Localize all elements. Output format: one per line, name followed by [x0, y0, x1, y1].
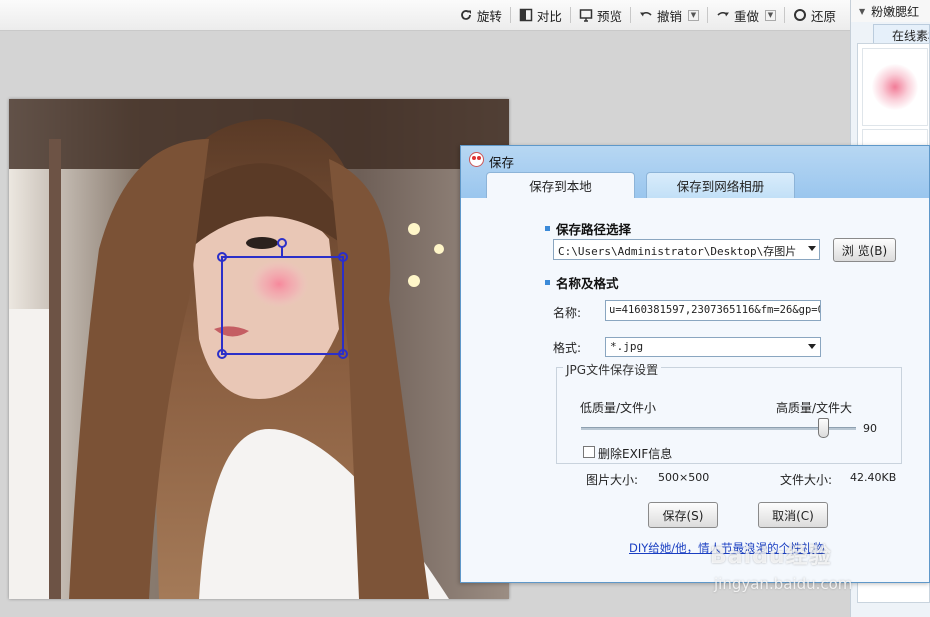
- rotate-button[interactable]: 旋转: [451, 3, 510, 27]
- app-logo-icon: [469, 152, 484, 167]
- tab-save-local[interactable]: 保存到本地: [486, 172, 635, 198]
- redo-icon: [716, 8, 730, 22]
- editor-toolbar: 旋转 对比 预览 撤销 ▼ 重做 ▼ 还原: [0, 0, 850, 31]
- browse-button[interactable]: 浏 览(B): [833, 238, 896, 262]
- name-section-label: 名称及格式: [556, 276, 619, 291]
- dropdown-arrow-icon: [808, 344, 816, 349]
- cancel-button[interactable]: 取消(C): [758, 502, 828, 528]
- material-panel-title: 粉嫩腮红: [871, 4, 920, 19]
- compare-label: 对比: [536, 8, 562, 24]
- preview-button[interactable]: 预览: [571, 3, 630, 27]
- quality-slider-track[interactable]: [581, 427, 856, 430]
- remove-exif-label: 删除EXIF信息: [598, 447, 673, 461]
- redo-button[interactable]: 重做 ▼: [708, 3, 784, 27]
- portrait-photo: [9, 99, 509, 599]
- redo-label: 重做: [733, 8, 759, 24]
- file-name-input[interactable]: u=4160381597,2307365116&fm=26&gp=0_: [605, 300, 821, 321]
- save-button[interactable]: 保存(S): [648, 502, 718, 528]
- path-section-title: 保存路径选择: [545, 219, 631, 238]
- redo-dropdown-icon[interactable]: ▼: [764, 9, 776, 21]
- file-size-label: 文件大小:: [780, 473, 833, 487]
- compare-icon: [519, 8, 533, 22]
- preview-label: 预览: [596, 8, 622, 24]
- low-quality-label: 低质量/文件小: [580, 401, 657, 415]
- format-label: 格式:: [553, 341, 582, 355]
- image-size-label: 图片大小:: [586, 473, 639, 487]
- undo-label: 撤销: [656, 8, 682, 24]
- save-path-select[interactable]: C:\Users\Administrator\Desktop\存图片: [553, 239, 820, 260]
- format-value: *.jpg: [610, 340, 644, 353]
- watermark-url: jingyan.baidu.com: [714, 575, 853, 593]
- section-bullet-icon: [545, 226, 550, 231]
- quality-slider-thumb[interactable]: [818, 418, 829, 438]
- save-dialog: 保存 保存到本地 保存到网络相册 保存路径选择 C:\Users\Adminis…: [460, 145, 930, 583]
- undo-icon: [639, 8, 653, 22]
- section-bullet-icon: [545, 280, 550, 285]
- restore-icon: [793, 8, 807, 22]
- high-quality-label: 高质量/文件大: [776, 401, 853, 415]
- path-section-label: 保存路径选择: [556, 222, 632, 237]
- tab-online-material[interactable]: 在线素材: [873, 24, 930, 43]
- file-size-value: 42.40KB: [850, 471, 897, 484]
- restore-button[interactable]: 还原: [785, 3, 844, 27]
- image-size-value: 500×500: [658, 471, 710, 484]
- compare-button[interactable]: 对比: [511, 3, 570, 27]
- dropdown-arrow-icon: [808, 246, 816, 251]
- tab-save-web-album[interactable]: 保存到网络相册: [646, 172, 795, 198]
- collapse-arrow-icon[interactable]: ▼: [859, 7, 865, 16]
- name-label: 名称:: [553, 306, 582, 320]
- rotate-icon: [459, 8, 473, 22]
- photo-canvas[interactable]: [9, 99, 509, 599]
- preview-icon: [579, 8, 593, 22]
- blush-thumbnail[interactable]: [862, 48, 928, 126]
- baidu-jingyan-watermark: Baidu经验: [710, 544, 832, 569]
- rotate-label: 旋转: [476, 8, 502, 24]
- format-select[interactable]: *.jpg: [605, 337, 821, 357]
- dialog-title-bar[interactable]: 保存 保存到本地 保存到网络相册: [461, 146, 929, 198]
- dialog-title: 保存: [489, 155, 515, 170]
- quality-value: 90: [863, 422, 877, 435]
- material-panel-header[interactable]: ▼ 粉嫩腮红: [851, 0, 930, 22]
- jpg-settings-title: JPG文件保存设置: [563, 361, 662, 378]
- restore-label: 还原: [810, 8, 836, 24]
- remove-exif-checkbox[interactable]: [583, 446, 595, 458]
- undo-button[interactable]: 撤销 ▼: [631, 3, 707, 27]
- blush-swatch: [872, 64, 918, 110]
- save-path-value: C:\Users\Administrator\Desktop\存图片: [558, 245, 797, 258]
- undo-dropdown-icon[interactable]: ▼: [687, 9, 699, 21]
- name-section-title: 名称及格式: [545, 273, 619, 292]
